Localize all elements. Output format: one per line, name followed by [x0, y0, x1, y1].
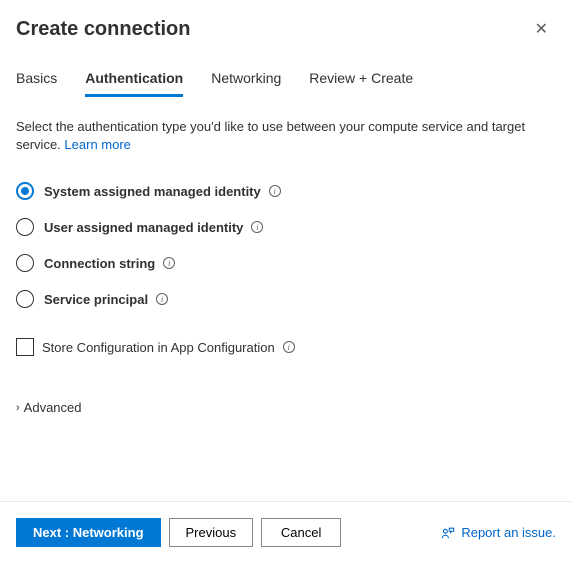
report-issue-label: Report an issue.	[461, 525, 556, 540]
radio-service-principal[interactable]: Service principal i	[16, 290, 556, 308]
auth-type-radio-group: System assigned managed identity i User …	[0, 154, 572, 308]
radio-button-icon	[16, 182, 34, 200]
radio-button-icon	[16, 290, 34, 308]
radio-label: User assigned managed identity	[44, 220, 243, 235]
tab-basics[interactable]: Basics	[16, 70, 57, 97]
report-issue-link[interactable]: Report an issue.	[441, 525, 556, 540]
tab-authentication[interactable]: Authentication	[85, 70, 183, 97]
radio-connection-string[interactable]: Connection string i	[16, 254, 556, 272]
close-icon: ✕	[535, 21, 548, 38]
next-button[interactable]: Next : Networking	[16, 518, 161, 547]
description-text: Select the authentication type you'd lik…	[0, 98, 572, 154]
tab-networking[interactable]: Networking	[211, 70, 281, 97]
info-icon[interactable]: i	[251, 221, 263, 233]
radio-label: Connection string	[44, 256, 155, 271]
tab-review-create[interactable]: Review + Create	[309, 70, 413, 97]
radio-button-icon	[16, 254, 34, 272]
tab-bar: Basics Authentication Networking Review …	[0, 42, 572, 98]
info-icon[interactable]: i	[156, 293, 168, 305]
radio-label: Service principal	[44, 292, 148, 307]
checkbox-icon	[16, 338, 34, 356]
panel-title: Create connection	[16, 18, 190, 41]
info-icon[interactable]: i	[163, 257, 175, 269]
chevron-right-icon: ›	[16, 402, 20, 414]
learn-more-link[interactable]: Learn more	[64, 137, 130, 152]
advanced-toggle[interactable]: › Advanced	[0, 356, 572, 415]
radio-button-icon	[16, 218, 34, 236]
radio-label: System assigned managed identity	[44, 184, 261, 199]
info-icon[interactable]: i	[269, 185, 281, 197]
radio-user-assigned-identity[interactable]: User assigned managed identity i	[16, 218, 556, 236]
cancel-button[interactable]: Cancel	[261, 518, 341, 547]
close-button[interactable]: ✕	[531, 18, 552, 42]
checkbox-label: Store Configuration in App Configuration	[42, 340, 275, 355]
advanced-label: Advanced	[24, 400, 82, 415]
store-config-checkbox-row[interactable]: Store Configuration in App Configuration…	[0, 326, 572, 356]
previous-button[interactable]: Previous	[169, 518, 254, 547]
info-icon[interactable]: i	[283, 341, 295, 353]
radio-system-assigned-identity[interactable]: System assigned managed identity i	[16, 182, 556, 200]
person-feedback-icon	[441, 526, 455, 540]
footer-bar: Next : Networking Previous Cancel Report…	[0, 501, 572, 563]
